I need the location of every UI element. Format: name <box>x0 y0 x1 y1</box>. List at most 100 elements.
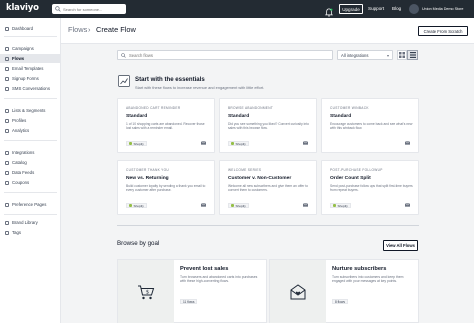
search-icon <box>121 52 126 58</box>
goal-card-prevent-lost-sales[interactable]: $ Prevent lost sales Turn browsers and a… <box>117 259 267 323</box>
notifications-bell-icon[interactable] <box>325 4 333 17</box>
shopify-badge: Shopify <box>330 203 351 208</box>
flow-card-browse-abandonment[interactable]: Browse Abandonment Standard Did you see … <box>219 98 317 153</box>
badge-label: Shopify <box>235 141 246 146</box>
preference-pages-icon <box>5 202 9 207</box>
envelope-heart-icon <box>290 284 306 300</box>
goal-flow-count: 11 flows <box>180 299 198 304</box>
svg-text:$: $ <box>146 290 149 296</box>
catalog-icon <box>5 160 9 165</box>
page-title: Create Flow <box>96 25 136 34</box>
sidebar-item-label: SMS Conversations <box>12 86 50 91</box>
grid-view-icon <box>399 52 405 58</box>
sidebar-item-label: Dashboard <box>12 26 34 31</box>
sidebar-item-label: Flows <box>12 56 25 61</box>
coupons-icon <box>5 180 9 185</box>
upgrade-button[interactable]: Upgrade <box>339 4 363 14</box>
klaviyo-logo[interactable]: klaviyo <box>6 3 39 13</box>
sidebar-item-profiles[interactable]: Profiles <box>0 116 61 125</box>
sidebar-item-brand-library[interactable]: Brand Library <box>0 218 61 227</box>
badge-label: Shopify <box>133 203 144 208</box>
global-search-input[interactable] <box>63 6 123 12</box>
sidebar-divider <box>4 98 57 99</box>
card-category: Abandoned Cart Reminder <box>126 106 181 110</box>
shopify-badge: Shopify <box>228 203 249 208</box>
breadcrumb-separator: › <box>88 25 91 34</box>
sidebar-divider <box>4 140 57 141</box>
view-all-flows-button[interactable]: View All Flows <box>383 240 418 251</box>
sidebar-item-coupons[interactable]: Coupons <box>0 178 61 187</box>
flow-card-abandoned-cart[interactable]: Abandoned Cart Reminder Standard 1 of 10… <box>117 98 215 153</box>
sidebar: Dashboard Campaigns Flows Email Template… <box>0 18 61 323</box>
sidebar-item-catalog[interactable]: Catalog <box>0 158 61 167</box>
tags-icon <box>5 230 9 235</box>
sidebar-item-label: Catalog <box>12 160 27 165</box>
account-org-name[interactable]: Union Media Demo Store <box>422 7 463 11</box>
sidebar-item-lists-segments[interactable]: Lists & Segments <box>0 106 61 115</box>
search-icon <box>55 6 61 12</box>
sidebar-item-campaigns[interactable]: Campaigns <box>0 44 61 53</box>
shopify-badge: Shopify <box>228 141 249 146</box>
card-category: Post-Purchase Followup <box>330 168 383 172</box>
email-icon <box>405 203 410 207</box>
goal-name: Prevent lost sales <box>180 266 229 272</box>
profiles-icon <box>5 118 9 123</box>
card-name: Customer v. Non-Customer <box>228 176 292 181</box>
shopify-badge: Shopify <box>126 141 147 146</box>
global-search[interactable] <box>52 4 126 14</box>
sidebar-divider <box>4 214 57 215</box>
card-name: Standard <box>126 114 148 119</box>
flow-card-customer-thank-you[interactable]: Customer Thank You New vs. Returning Bui… <box>117 160 215 215</box>
sidebar-item-data-feeds[interactable]: Data Feeds <box>0 168 61 177</box>
sidebar-divider <box>4 36 57 37</box>
sidebar-item-label: Integrations <box>12 150 35 155</box>
badge-label: Shopify <box>337 203 348 208</box>
sidebar-item-signup-forms[interactable]: Signup Forms <box>0 74 61 83</box>
list-view-icon <box>409 52 416 58</box>
support-link[interactable]: Support <box>368 6 384 11</box>
integrations-select[interactable]: All integrations ▾ <box>337 50 393 60</box>
account-avatar[interactable] <box>409 4 419 14</box>
list-view-toggle[interactable] <box>407 50 418 60</box>
sidebar-item-label: Signup Forms <box>12 76 39 81</box>
flow-card-welcome-series[interactable]: Welcome Series Customer v. Non-Customer … <box>219 160 317 215</box>
sidebar-item-label: Preference Pages <box>12 202 47 207</box>
sidebar-item-email-templates[interactable]: Email Templates <box>0 64 61 73</box>
card-description: Encourage customers to come back and see… <box>330 122 413 130</box>
goal-illustration <box>270 260 326 323</box>
sidebar-item-sms-conversations[interactable]: SMS Conversations <box>0 84 61 93</box>
breadcrumb-flows[interactable]: Flows <box>68 25 87 34</box>
email-templates-icon <box>5 66 9 71</box>
flows-icon <box>5 56 9 61</box>
card-description: Did you see something you liked? Convert… <box>228 122 309 130</box>
flow-card-customer-winback[interactable]: Customer Winback Standard Encourage cust… <box>321 98 419 153</box>
chevron-down-icon: ▾ <box>386 53 389 58</box>
card-description: 1 of 10 shopping carts are abandoned. Re… <box>126 122 205 130</box>
flow-card-post-purchase[interactable]: Post-Purchase Followup Order Count Split… <box>321 160 419 215</box>
cart-dollar-icon: $ <box>138 285 155 300</box>
signup-forms-icon <box>5 76 9 81</box>
sidebar-item-integrations[interactable]: Integrations <box>0 148 61 157</box>
grid-view-toggle[interactable] <box>397 50 407 60</box>
email-icon <box>201 203 206 207</box>
goal-flow-count: 8 flows <box>332 299 348 304</box>
sidebar-item-label: Analytics <box>12 128 30 133</box>
sidebar-item-label: Lists & Segments <box>12 108 46 113</box>
sidebar-item-flows[interactable]: Flows <box>0 54 61 63</box>
card-description: Welcome all new subscribers and give the… <box>228 184 308 192</box>
goal-card-nurture-subscribers[interactable]: Nurture subscribers Turn subscribers int… <box>269 259 419 323</box>
search-flows-input[interactable] <box>129 52 279 58</box>
sidebar-item-tags[interactable]: Tags <box>0 228 61 237</box>
email-icon <box>201 141 206 145</box>
sidebar-item-preference-pages[interactable]: Preference Pages <box>0 200 61 209</box>
essentials-icon <box>118 75 130 87</box>
card-category: Customer Winback <box>330 106 369 110</box>
data-feeds-icon <box>5 170 9 175</box>
sidebar-item-dashboard[interactable]: Dashboard <box>0 24 61 33</box>
sidebar-item-analytics[interactable]: Analytics <box>0 126 61 135</box>
section-divider <box>117 225 419 226</box>
create-from-scratch-button[interactable]: Create From Scratch <box>418 26 468 36</box>
blog-link[interactable]: Blog <box>392 6 401 11</box>
search-flows-field[interactable] <box>117 50 333 60</box>
card-category: Customer Thank You <box>126 168 169 172</box>
